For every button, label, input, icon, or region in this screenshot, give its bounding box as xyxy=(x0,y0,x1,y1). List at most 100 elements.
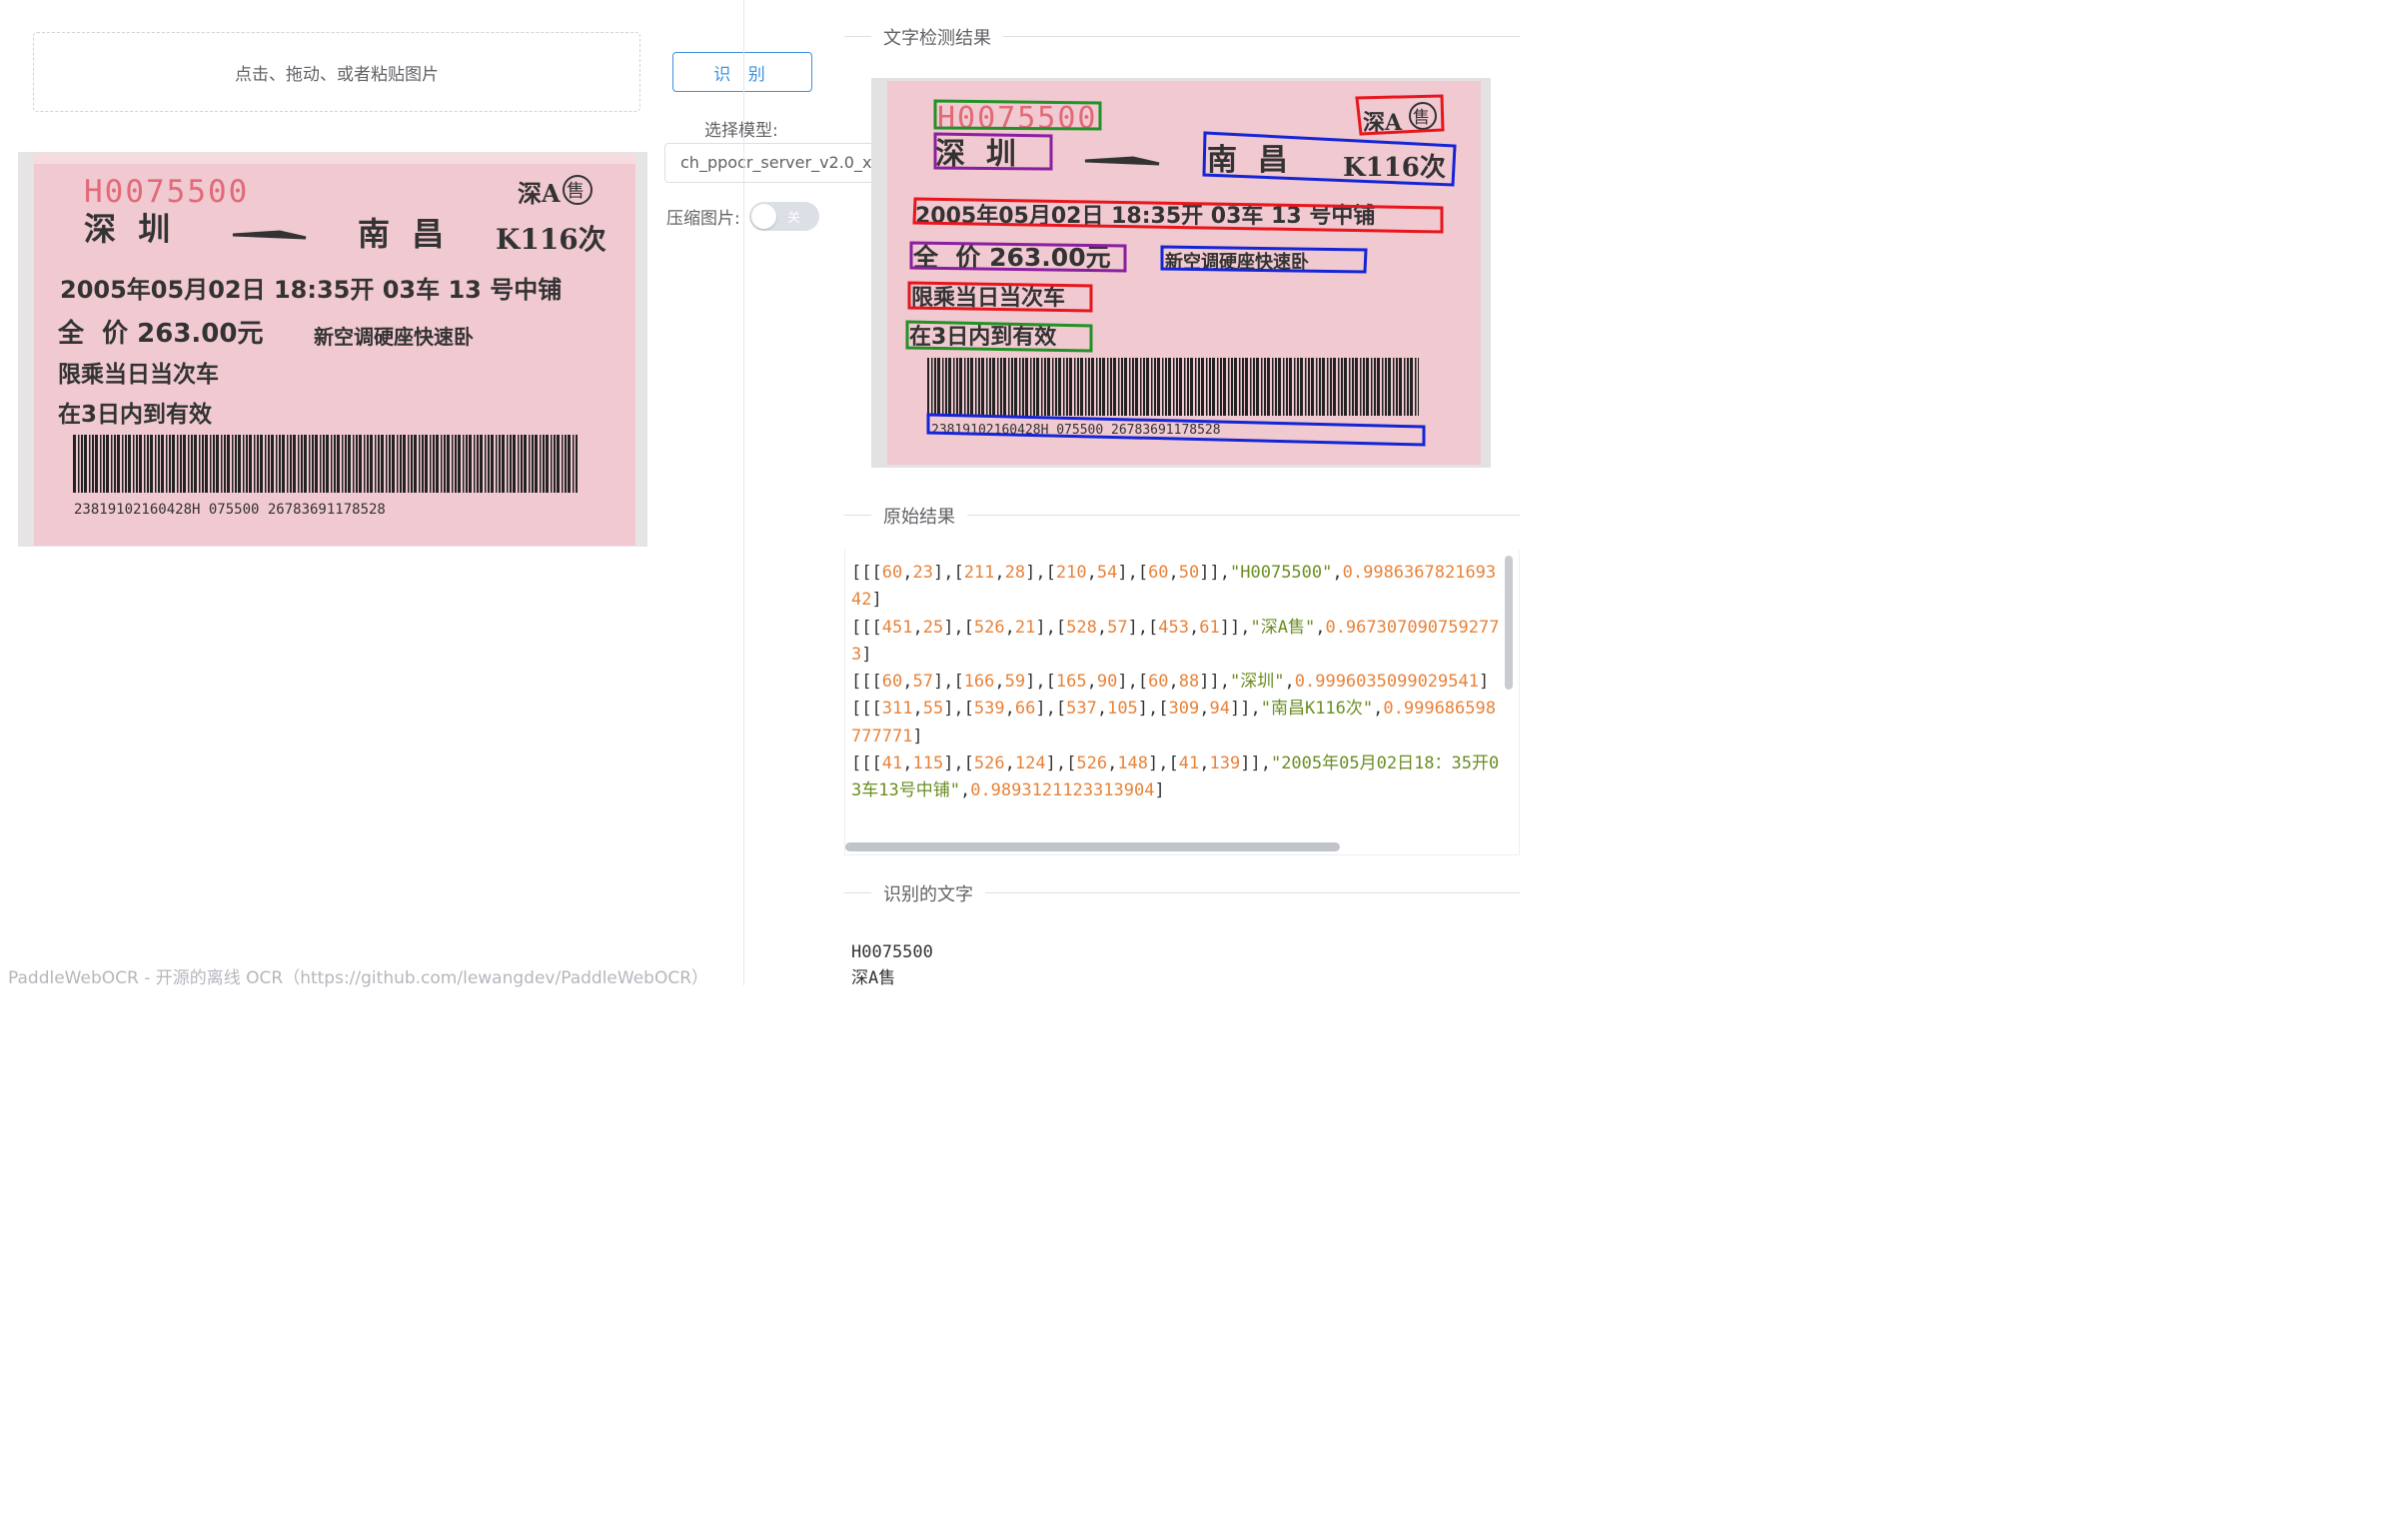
result-score: 0.9893121123313904 xyxy=(970,780,1155,801)
comma: , xyxy=(902,563,913,583)
comma: , xyxy=(912,617,923,638)
comma: , xyxy=(1199,699,1210,720)
comma: , xyxy=(1315,617,1326,638)
comma: , xyxy=(994,672,1005,693)
bracket: [ xyxy=(871,617,882,638)
bracket: [ xyxy=(871,754,882,774)
bracket: [ xyxy=(871,699,882,720)
bracket: [[ xyxy=(851,699,872,720)
comma: , xyxy=(1250,699,1261,720)
point-y: 124 xyxy=(1014,754,1046,774)
ticket-seller: 深A xyxy=(518,179,561,208)
comma: , xyxy=(959,780,971,801)
raw-result-entry: [[[60,57],[166,59],[165,90],[60,88]],"深圳… xyxy=(851,672,1489,692)
point-y: 57 xyxy=(1107,617,1128,638)
upload-dropzone[interactable]: 点击、拖动、或者粘贴图片 xyxy=(33,32,640,112)
point-x: 166 xyxy=(963,672,995,693)
raw-result-entry: [[[41,115],[526,124],[526,148],[41,139]]… xyxy=(851,754,1499,800)
raw-result-entry: [[[451,25],[526,21],[528,57],[453,61]],"… xyxy=(851,618,1499,665)
bracket: ], xyxy=(1025,563,1046,583)
comma: , xyxy=(1168,563,1179,583)
bracket: [ xyxy=(1055,699,1067,720)
bracket: ] xyxy=(1154,780,1165,801)
comma: , xyxy=(902,672,913,693)
point-x: 309 xyxy=(1168,699,1200,720)
point-y: 115 xyxy=(912,754,944,774)
bracket: [[ xyxy=(851,672,872,693)
point-y: 50 xyxy=(1178,563,1200,583)
ticket-train: K116次 xyxy=(496,223,606,256)
comma: , xyxy=(1004,617,1015,638)
bracket: [ xyxy=(963,699,974,720)
bracket: ]] xyxy=(1219,617,1241,638)
result-text: "H0075500" xyxy=(1230,563,1333,583)
point-y: 148 xyxy=(1117,754,1149,774)
ticket-price: 全 价 263.00元 xyxy=(57,318,264,349)
point-x: 451 xyxy=(881,617,913,638)
recognized-line: H0075500 xyxy=(851,942,933,962)
bracket: ], xyxy=(932,672,954,693)
bracket: [ xyxy=(953,672,964,693)
bracket: [ xyxy=(1045,563,1056,583)
bracket: ], xyxy=(932,563,954,583)
point-x: 60 xyxy=(1148,672,1169,693)
bracket: [ xyxy=(1168,754,1179,774)
bracket: ]] xyxy=(1199,563,1220,583)
comma: , xyxy=(1219,672,1231,693)
bracket: ], xyxy=(1025,672,1046,693)
raw-result-vertical-scrollbar[interactable] xyxy=(1505,556,1513,690)
bracket: ], xyxy=(943,699,964,720)
point-y: 21 xyxy=(1014,617,1036,638)
point-y: 59 xyxy=(1004,672,1026,693)
recognized-line: 深A售 xyxy=(851,968,896,988)
model-select[interactable]: ch_ppocr_server_v2.0_x xyxy=(664,143,884,183)
bracket: [ xyxy=(1137,672,1149,693)
point-x: 211 xyxy=(963,563,995,583)
bracket: [ xyxy=(1148,617,1159,638)
raw-result-entry: [[[60,23],[211,28],[210,54],[60,50]],"H0… xyxy=(851,563,1496,610)
bracket: ]] xyxy=(1240,754,1261,774)
ticket-seat-type: 新空调硬座快速卧 xyxy=(314,325,474,349)
det-ticket-validity: 在3日内到有效 xyxy=(909,324,1056,350)
bracket: ], xyxy=(1148,754,1169,774)
comma: , xyxy=(1332,563,1343,583)
point-y: 139 xyxy=(1209,754,1241,774)
comma: , xyxy=(912,699,923,720)
bracket: ], xyxy=(1127,617,1149,638)
bracket: [ xyxy=(1055,617,1067,638)
bracket: ]] xyxy=(1229,699,1251,720)
comma: , xyxy=(1004,754,1015,774)
bracket: [ xyxy=(1066,754,1077,774)
recognize-button[interactable]: 识 别 xyxy=(672,52,812,92)
result-text: "南昌K116次" xyxy=(1260,699,1374,720)
result-score: 0.9996035099029541 xyxy=(1294,672,1479,693)
bracket: [ xyxy=(953,563,964,583)
det-ticket-train: K116次 xyxy=(1343,153,1446,183)
comma: , xyxy=(1096,617,1108,638)
compress-toggle[interactable]: 关 xyxy=(749,202,819,231)
point-y: 55 xyxy=(922,699,944,720)
detection-image: H0075500 深A 售 深 圳 南 昌 K116次 2005年05月02日 … xyxy=(871,78,1491,468)
bracket: [[ xyxy=(851,617,872,638)
comma: , xyxy=(902,754,913,774)
det-ticket-code: H0075500 xyxy=(937,101,1098,136)
comma: , xyxy=(1219,563,1231,583)
bracket: ] xyxy=(871,590,882,611)
raw-result-code[interactable]: [[[60,23],[211,28],[210,54],[60,50]],"H0… xyxy=(851,560,1501,831)
compress-label: 压缩图片: xyxy=(666,209,740,229)
comma: , xyxy=(1107,754,1118,774)
comma: , xyxy=(1168,672,1179,693)
comma: , xyxy=(1086,672,1097,693)
ticket-image: H0075500 深A 售 深 圳 南 昌 K116次 2005年05月02日 … xyxy=(18,152,647,547)
ticket-barcode-digits: 23819102160428H 075500 26783691178528 xyxy=(74,502,386,518)
bracket: ] xyxy=(912,726,923,747)
bracket: ], xyxy=(1137,699,1159,720)
raw-result-horizontal-scrollbar[interactable] xyxy=(845,842,1340,851)
point-x: 210 xyxy=(1055,563,1087,583)
point-y: 54 xyxy=(1096,563,1118,583)
bracket: ], xyxy=(1035,617,1056,638)
bracket: [ xyxy=(963,617,974,638)
point-x: 539 xyxy=(973,699,1005,720)
comma: , xyxy=(1373,699,1384,720)
uploaded-image-preview: H0075500 深A 售 深 圳 南 昌 K116次 2005年05月02日 … xyxy=(18,152,647,547)
